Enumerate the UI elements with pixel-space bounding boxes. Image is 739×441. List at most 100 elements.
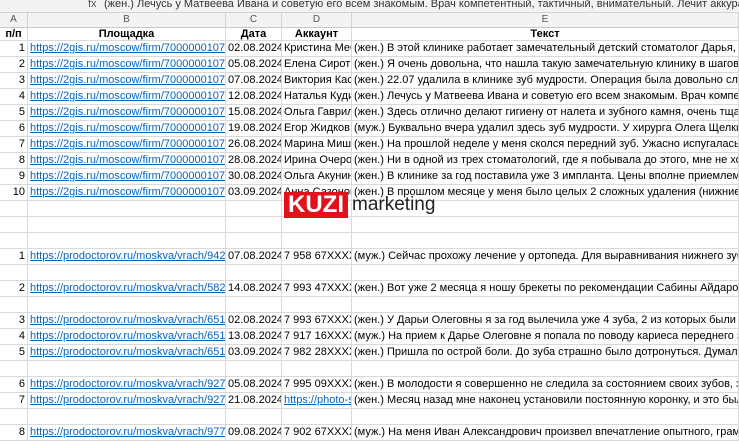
cell-num[interactable]: 5 [0, 105, 28, 120]
cell-platform[interactable]: https://2gis.ru/moscow/firm/70000001076 [28, 41, 226, 56]
cell-account[interactable]: Кристина Мебо [282, 41, 352, 56]
cell-text[interactable] [352, 265, 739, 280]
cell-account[interactable] [282, 233, 352, 248]
cell-platform[interactable]: https://2gis.ru/moscow/firm/70000001076 [28, 105, 226, 120]
cell-platform[interactable]: https://prodoctorov.ru/moskva/vrach/651 [28, 345, 226, 360]
cell-text[interactable]: (жен.) Месяц назад мне наконец установил… [352, 393, 739, 408]
cell-date[interactable]: 19.08.2024 [226, 121, 282, 136]
cell-account[interactable] [282, 297, 352, 312]
cell-account[interactable]: 7 902 67XXXXX [282, 425, 352, 440]
header-cell-num[interactable]: п/п [0, 28, 28, 40]
cell-account[interactable]: Ольга Гаврило [282, 105, 352, 120]
cell-text[interactable]: (жен.) Я очень довольна, что нашла такую… [352, 57, 739, 72]
cell-num[interactable]: 3 [0, 73, 28, 88]
cell-text[interactable]: (жен.) 22.07 удалила в клинике зуб мудро… [352, 73, 739, 88]
cell-num[interactable] [0, 265, 28, 280]
cell-text[interactable]: (жен.) В молодости я совершенно не следи… [352, 377, 739, 392]
cell-account[interactable]: 7 993 47XXXXX [282, 281, 352, 296]
cell-platform[interactable]: https://2gis.ru/moscow/firm/70000001076 [28, 169, 226, 184]
cell-account[interactable]: 7 958 67XXXXX [282, 249, 352, 264]
cell-num[interactable]: 6 [0, 377, 28, 392]
cell-platform[interactable] [28, 361, 226, 376]
cell-num[interactable]: 7 [0, 393, 28, 408]
cell-account[interactable]: 7 995 09XXXXX [282, 377, 352, 392]
cell-date[interactable]: 14.08.2024 [226, 281, 282, 296]
cell-text[interactable]: (муж.) Сейчас прохожу лечение у ортопеда… [352, 249, 739, 264]
cell-num[interactable]: 8 [0, 425, 28, 440]
cell-num[interactable]: 1 [0, 41, 28, 56]
cell-date[interactable] [226, 233, 282, 248]
cell-platform[interactable]: https://2gis.ru/moscow/firm/70000001076 [28, 73, 226, 88]
cell-platform[interactable]: https://2gis.ru/moscow/firm/70000001076 [28, 185, 226, 200]
cell-date[interactable]: 21.08.2024 [226, 393, 282, 408]
cell-platform[interactable]: https://prodoctorov.ru/moskva/vrach/927 [28, 393, 226, 408]
cell-date[interactable]: 07.08.2024 [226, 249, 282, 264]
cell-date[interactable]: 12.08.2024 [226, 89, 282, 104]
cell-num[interactable]: 4 [0, 329, 28, 344]
cell-account[interactable]: Ирина Очерова [282, 153, 352, 168]
column-header-e[interactable]: E [352, 13, 739, 27]
column-header-d[interactable]: D [282, 13, 352, 27]
cell-date[interactable] [226, 409, 282, 424]
cell-account[interactable]: 7 917 16XXXXX [282, 329, 352, 344]
cell-platform[interactable] [28, 217, 226, 232]
header-cell-account[interactable]: Аккаунт [282, 28, 352, 40]
cell-num[interactable]: 2 [0, 57, 28, 72]
cell-num[interactable]: 8 [0, 153, 28, 168]
cell-num[interactable]: 6 [0, 121, 28, 136]
cell-platform[interactable]: https://prodoctorov.ru/moskva/vrach/977 [28, 425, 226, 440]
cell-num[interactable] [0, 297, 28, 312]
cell-num[interactable]: 2 [0, 281, 28, 296]
cell-date[interactable]: 09.08.2024 [226, 425, 282, 440]
cell-text[interactable]: (жен.) В клинике за год поставила уже 3 … [352, 169, 739, 184]
cell-account[interactable]: 7 993 67XXXXX [282, 313, 352, 328]
cell-account[interactable] [282, 265, 352, 280]
cell-date[interactable] [226, 217, 282, 232]
header-cell-date[interactable]: Дата [226, 28, 282, 40]
cell-date[interactable]: 03.09.2024 [226, 185, 282, 200]
cell-account[interactable] [282, 409, 352, 424]
cell-account[interactable]: Елена Сироткин [282, 57, 352, 72]
cell-platform[interactable]: https://2gis.ru/moscow/firm/70000001076 [28, 89, 226, 104]
cell-account[interactable]: 7 982 28XXXXX [282, 345, 352, 360]
cell-date[interactable] [226, 201, 282, 216]
cell-account[interactable]: Виктория Каспа [282, 73, 352, 88]
cell-account[interactable]: Егор Жидков [282, 121, 352, 136]
cell-platform[interactable]: https://prodoctorov.ru/moskva/vrach/927 [28, 377, 226, 392]
cell-date[interactable]: 05.08.2024 [226, 377, 282, 392]
cell-platform[interactable]: https://2gis.ru/moscow/firm/70000001076 [28, 57, 226, 72]
cell-text[interactable] [352, 361, 739, 376]
cell-date[interactable]: 02.08.2024 [226, 313, 282, 328]
cell-num[interactable]: 9 [0, 169, 28, 184]
cell-text[interactable]: (муж.) Буквально вчера удалил здесь зуб … [352, 121, 739, 136]
cell-num[interactable] [0, 201, 28, 216]
cell-account[interactable] [282, 217, 352, 232]
column-header-c[interactable]: C [226, 13, 282, 27]
cell-num[interactable] [0, 233, 28, 248]
column-header-a[interactable]: A [0, 13, 28, 27]
cell-num[interactable]: 5 [0, 345, 28, 360]
cell-text[interactable]: (муж.) На меня Иван Александрович произв… [352, 425, 739, 440]
cell-platform[interactable]: https://prodoctorov.ru/moskva/vrach/651 [28, 313, 226, 328]
cell-text[interactable]: (жен.) Вот уже 2 месяца я ношу брекеты п… [352, 281, 739, 296]
cell-num[interactable]: 7 [0, 137, 28, 152]
cell-num[interactable]: 10 [0, 185, 28, 200]
cell-num[interactable]: 4 [0, 89, 28, 104]
cell-platform[interactable]: https://2gis.ru/moscow/firm/70000001076 [28, 137, 226, 152]
cell-date[interactable]: 28.08.2024 [226, 153, 282, 168]
cell-account[interactable] [282, 361, 352, 376]
cell-account[interactable]: Наталья Кудим [282, 89, 352, 104]
cell-account[interactable]: Марина Мишин [282, 137, 352, 152]
cell-text[interactable] [352, 409, 739, 424]
header-cell-text[interactable]: Текст [352, 28, 739, 40]
cell-text[interactable]: (жен.) В этой клинике работает замечател… [352, 41, 739, 56]
cell-date[interactable]: 02.08.2024 [226, 41, 282, 56]
formula-bar[interactable]: fx (жен.) Лечусь у Матвеева Ивана и сове… [0, 0, 739, 13]
cell-text[interactable]: (жен.) Ни в одной из трех стоматологий, … [352, 153, 739, 168]
cell-platform[interactable]: https://prodoctorov.ru/moskva/vrach/942 [28, 249, 226, 264]
cell-date[interactable]: 05.08.2024 [226, 57, 282, 72]
cell-date[interactable]: 03.09.2024 [226, 345, 282, 360]
formula-bar-text[interactable]: (жен.) Лечусь у Матвеева Ивана и советую… [104, 0, 739, 10]
cell-text[interactable]: (жен.) На прошлой неделе у меня сколся п… [352, 137, 739, 152]
cell-platform[interactable] [28, 233, 226, 248]
